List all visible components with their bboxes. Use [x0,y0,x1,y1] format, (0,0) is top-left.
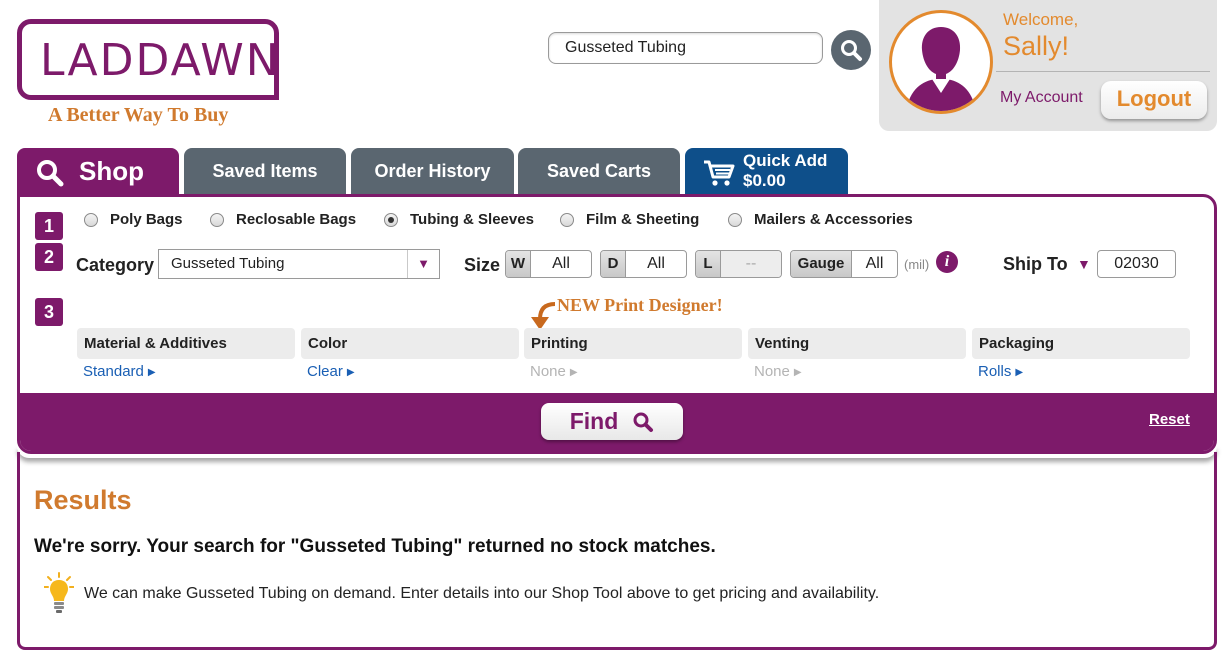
step-badge-2: 2 [35,243,63,271]
radio-tubing-sleeves[interactable]: Tubing & Sleeves [384,211,534,228]
user-silhouette-icon [906,27,976,111]
caret-right-icon: ▶ [346,367,355,378]
gauge-tag: Gauge [791,251,852,277]
user-name: Sally! [1003,31,1070,61]
option-value-material[interactable]: Standard ▶ [83,363,156,380]
length-tag: L [696,251,721,277]
reset-link[interactable]: Reset [1149,411,1190,428]
cart-icon [704,160,735,186]
option-value-text: None [754,363,790,380]
option-value-venting[interactable]: None ▶ [754,363,802,380]
radio-mailers-accessories[interactable]: Mailers & Accessories [728,211,913,228]
option-header-printing: Printing [524,328,742,359]
ship-to-label: Ship To [1003,254,1068,274]
find-label: Find [569,408,619,434]
option-value-packaging[interactable]: Rolls ▶ [978,363,1023,380]
option-value-text: Clear [307,363,343,380]
avatar [889,10,993,114]
depth-tag: D [601,251,626,277]
radio-dot [210,212,224,227]
category-value: Gusseted Tubing [171,255,285,272]
caret-right-icon: ▶ [1015,367,1024,378]
step-badge-3: 3 [35,298,63,326]
option-value-text: None [530,363,566,380]
logo[interactable]: LADDAWN [40,36,281,86]
radio-label: Poly Bags [110,211,183,228]
new-print-designer-note[interactable]: NEW Print Designer! [557,295,723,316]
search-icon [633,412,654,432]
option-header-packaging: Packaging [972,328,1190,359]
option-value-color[interactable]: Clear ▶ [307,363,355,380]
size-label: Size [464,255,501,275]
my-account-link[interactable]: My Account [1000,89,1083,107]
search-icon [37,160,64,187]
tagline: A Better Way To Buy [48,104,229,126]
quick-add-total: $0.00 [743,171,786,190]
radio-reclosable-bags[interactable]: Reclosable Bags [210,211,356,228]
radio-label: Reclosable Bags [236,211,357,228]
no-matches-message: We're sorry. Your search for "Gusseted T… [34,536,716,557]
length-value: -- [721,251,781,277]
gauge-selector[interactable]: Gauge All [790,250,898,278]
step-badge-1: 1 [35,212,63,240]
option-value-text: Standard [83,363,144,380]
on-demand-note: We can make Gusseted Tubing on demand. E… [84,585,880,602]
caret-right-icon: ▶ [793,367,802,378]
radio-dot [728,212,742,227]
radio-dot-selected [384,212,398,227]
option-value-text: Rolls [978,363,1012,380]
option-value-printing[interactable]: None ▶ [530,363,578,380]
welcome-text: Welcome, [1003,10,1079,29]
radio-dot [560,212,574,227]
ship-to-dropdown-icon[interactable]: ▼ [1077,256,1091,272]
category-label: Category [76,255,155,275]
find-button[interactable]: Find [541,403,683,440]
caret-right-icon: ▶ [569,367,578,378]
ship-to-zip-input[interactable]: 02030 [1097,250,1176,278]
radio-film-sheeting[interactable]: Film & Sheeting [560,211,699,228]
length-selector[interactable]: L -- [695,250,782,278]
search-button[interactable] [831,30,871,70]
info-icon[interactable]: i [936,251,958,273]
logout-button[interactable]: Logout [1101,81,1207,119]
lightbulb-icon [44,572,74,613]
width-value: All [552,255,570,272]
tab-quick-add[interactable]: Quick Add $0.00 [685,148,848,194]
option-header-color: Color [301,328,519,359]
tab-saved-items[interactable]: Saved Items [184,148,346,194]
search-icon [841,40,862,61]
radio-dot [84,212,98,227]
gauge-unit: (mil) [904,257,930,272]
caret-right-icon: ▶ [147,367,156,378]
radio-label: Tubing & Sleeves [410,211,534,228]
width-tag: W [506,251,531,277]
width-selector[interactable]: W All [505,250,592,278]
results-title: Results [34,485,132,515]
search-input[interactable] [548,32,823,64]
tab-shop[interactable]: Shop [17,148,179,198]
depth-selector[interactable]: D All [600,250,687,278]
option-header-venting: Venting [748,328,966,359]
option-header-material: Material & Additives [77,328,295,359]
account-divider [996,71,1210,72]
tab-order-history[interactable]: Order History [351,148,514,194]
depth-value: All [647,255,665,272]
category-select[interactable]: Gusseted Tubing ▼ [158,249,440,279]
radio-label: Mailers & Accessories [754,211,913,228]
gauge-value: All [865,255,884,272]
radio-poly-bags[interactable]: Poly Bags [84,211,183,228]
radio-label: Film & Sheeting [586,211,700,228]
tab-shop-label: Shop [79,156,144,186]
dropdown-arrow-icon: ▼ [407,250,439,278]
tab-saved-carts[interactable]: Saved Carts [518,148,680,194]
quick-add-label: Quick Add [743,151,828,170]
